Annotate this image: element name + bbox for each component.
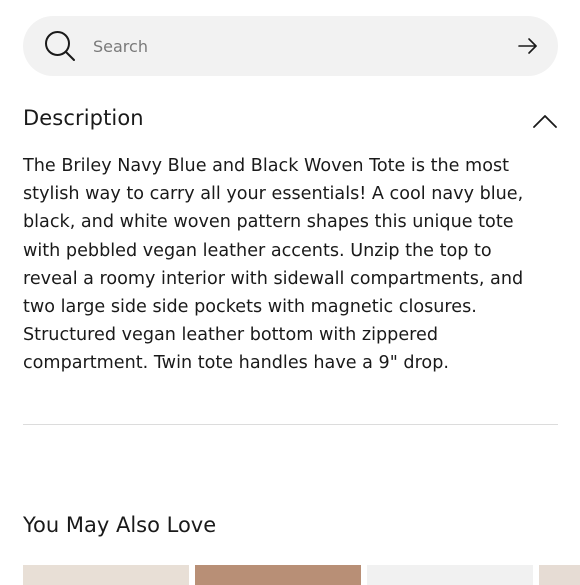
chevron-up-icon[interactable] [532,108,558,134]
search-input[interactable] [93,16,493,76]
you-may-also-love-title: You May Also Love [23,513,217,537]
product-thumbnail[interactable] [539,565,580,585]
search-bar[interactable] [23,16,558,76]
product-thumbnail[interactable] [23,565,189,585]
search-icon[interactable] [43,29,77,63]
product-thumbnail[interactable] [195,565,361,585]
product-thumbnail[interactable] [367,565,533,585]
section-divider [23,424,558,425]
description-title: Description [23,106,144,130]
arrow-right-icon[interactable] [516,34,540,58]
description-text: The Briley Navy Blue and Black Woven Tot… [23,156,524,374]
description-accordion-header[interactable]: Description [23,104,558,138]
